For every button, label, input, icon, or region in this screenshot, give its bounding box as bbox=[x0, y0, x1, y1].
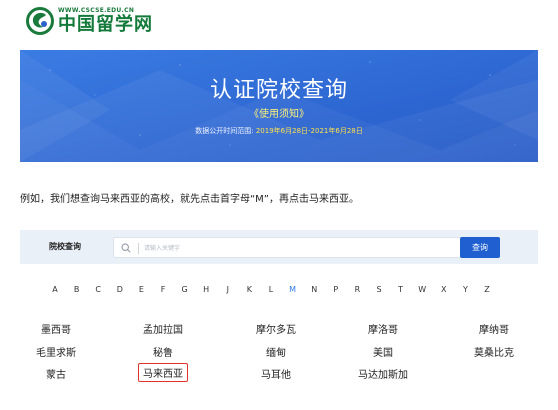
letter-z[interactable]: Z bbox=[484, 285, 489, 294]
letter-e[interactable]: E bbox=[139, 285, 144, 294]
search-panel: 院校查询 查询 bbox=[20, 230, 538, 264]
search-icon bbox=[121, 243, 131, 253]
search-box[interactable] bbox=[113, 237, 465, 258]
letter-c[interactable]: C bbox=[95, 285, 101, 294]
search-divider bbox=[138, 243, 139, 254]
search-input[interactable] bbox=[144, 240, 454, 256]
data-range: 数据公开时间范围: 2019年6月28日-2021年6月28日 bbox=[20, 126, 538, 136]
letter-j[interactable]: J bbox=[227, 285, 229, 294]
letter-p[interactable]: P bbox=[333, 285, 338, 294]
country-item[interactable]: 毛里求斯 bbox=[36, 344, 76, 359]
country-item[interactable]: 摩洛哥 bbox=[368, 321, 398, 336]
country-item[interactable]: 缅甸 bbox=[266, 344, 286, 359]
letter-g[interactable]: G bbox=[181, 285, 187, 294]
data-range-label: 数据公开时间范围: bbox=[195, 127, 254, 135]
search-button[interactable]: 查询 bbox=[460, 237, 500, 258]
country-item[interactable]: 莫桑比克 bbox=[474, 344, 514, 359]
country-item[interactable]: 马达加斯加 bbox=[358, 366, 408, 381]
site-logo[interactable]: WWW.CSCSE.EDU.CN 中国留学网 bbox=[26, 4, 153, 38]
search-label: 院校查询 bbox=[49, 242, 81, 251]
logo-text: WWW.CSCSE.EDU.CN 中国留学网 bbox=[58, 7, 153, 35]
cscse-logo-icon bbox=[26, 7, 54, 35]
letter-h[interactable]: H bbox=[203, 285, 209, 294]
country-item[interactable]: 马来西亚 bbox=[138, 363, 188, 382]
country-item[interactable]: 秘鲁 bbox=[153, 344, 173, 359]
letter-a[interactable]: A bbox=[52, 285, 57, 294]
instruction-text: 例如，我们想查询马来西亚的高校，就先点击首字母“M”，再点击马来西亚。 bbox=[20, 194, 359, 205]
letter-l[interactable]: L bbox=[269, 285, 273, 294]
letter-w[interactable]: W bbox=[418, 285, 426, 294]
letter-s[interactable]: S bbox=[376, 285, 381, 294]
letter-index: A B C D E F G H J K L M N P R S T W X Y … bbox=[0, 285, 558, 297]
usage-notice-link[interactable]: 《使用须知》 bbox=[20, 105, 538, 120]
letter-d[interactable]: D bbox=[117, 285, 123, 294]
letter-n[interactable]: N bbox=[311, 285, 317, 294]
country-item[interactable]: 蒙古 bbox=[46, 366, 66, 381]
country-item[interactable]: 美国 bbox=[373, 344, 393, 359]
letter-r[interactable]: R bbox=[355, 285, 361, 294]
letter-f[interactable]: F bbox=[161, 285, 166, 294]
country-item[interactable]: 马耳他 bbox=[261, 366, 291, 381]
letter-b[interactable]: B bbox=[74, 285, 80, 294]
data-range-value: 2019年6月28日-2021年6月28日 bbox=[255, 127, 363, 135]
banner: 认证院校查询 《使用须知》 数据公开时间范围: 2019年6月28日-2021年… bbox=[20, 50, 538, 162]
logo-name: 中国留学网 bbox=[58, 14, 153, 35]
letter-y[interactable]: Y bbox=[463, 285, 468, 294]
page-title: 认证院校查询 bbox=[209, 78, 348, 103]
country-item[interactable]: 摩纳哥 bbox=[479, 321, 509, 336]
letter-t[interactable]: T bbox=[398, 285, 403, 294]
country-item[interactable]: 墨西哥 bbox=[41, 321, 71, 336]
letter-m[interactable]: M bbox=[289, 285, 296, 294]
letter-k[interactable]: K bbox=[247, 285, 252, 294]
country-item[interactable]: 孟加拉国 bbox=[143, 321, 183, 336]
letter-x[interactable]: X bbox=[441, 285, 446, 294]
country-item[interactable]: 摩尔多瓦 bbox=[256, 321, 296, 336]
